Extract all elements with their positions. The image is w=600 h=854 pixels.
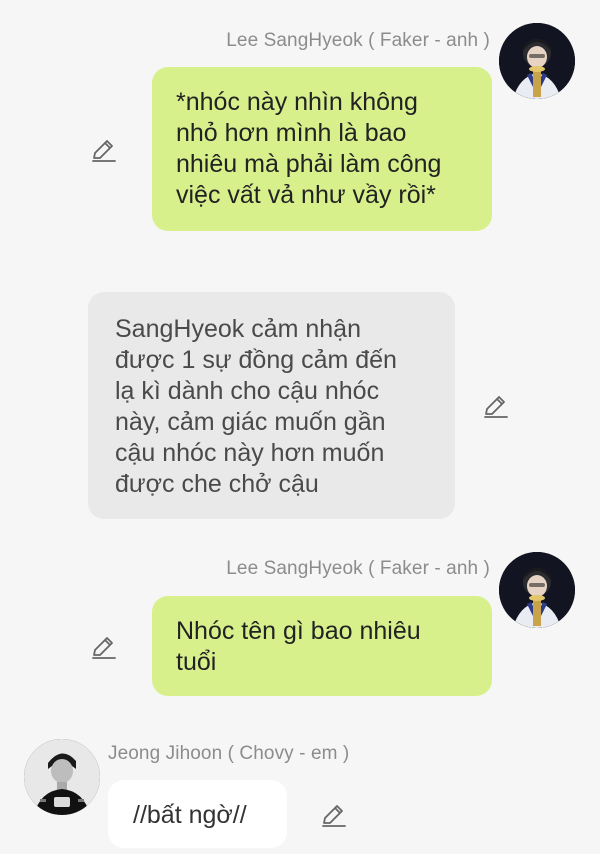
avatar-faker[interactable]: [499, 552, 575, 628]
narration-bubble[interactable]: SangHyeok cảm nhận được 1 sự đồng cảm đế…: [88, 292, 455, 519]
sender-name: Jeong Jihoon ( Chovy - em ): [108, 743, 350, 764]
message-bubble[interactable]: Nhóc tên gì bao nhiêu tuổi: [152, 596, 492, 696]
message-bubble[interactable]: *nhóc này nhìn không nhỏ hơn mình là bao…: [152, 67, 492, 231]
message-bubble[interactable]: //bất ngờ//: [108, 780, 287, 848]
pencil-edit-icon[interactable]: [90, 136, 118, 164]
pencil-edit-icon[interactable]: [482, 392, 510, 420]
avatar-chovy[interactable]: [24, 739, 100, 815]
pencil-edit-icon[interactable]: [320, 801, 348, 829]
sender-name: Lee SangHyeok ( Faker - anh ): [226, 30, 490, 51]
pencil-edit-icon[interactable]: [90, 633, 118, 661]
monochrome-portrait-icon: [24, 739, 100, 815]
trophy-portrait-icon: [499, 23, 575, 99]
trophy-portrait-icon: [499, 552, 575, 628]
sender-name: Lee SangHyeok ( Faker - anh ): [226, 558, 490, 579]
avatar-faker[interactable]: [499, 23, 575, 99]
